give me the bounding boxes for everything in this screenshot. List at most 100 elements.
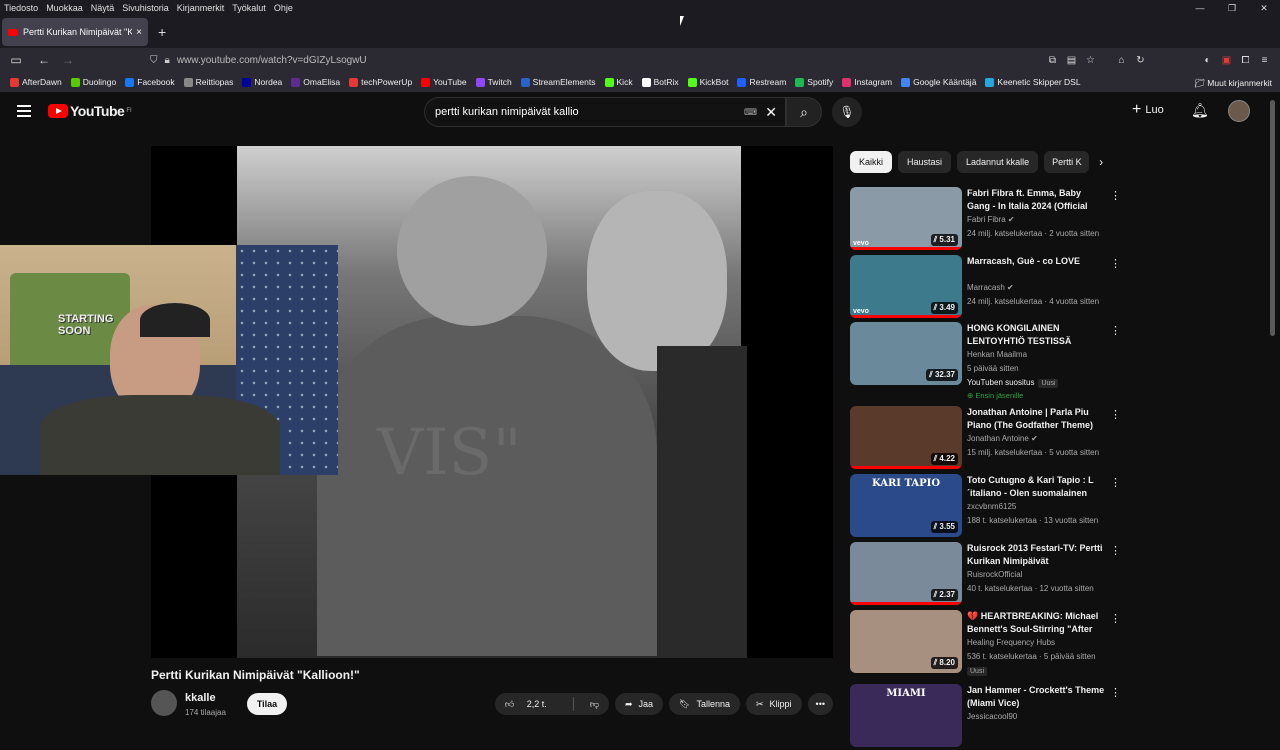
voice-search-button[interactable]: 🎙︎ — [832, 97, 862, 127]
recommendation-item[interactable]: MIAMI Jan Hammer - Crockett's Theme (Miam… — [850, 684, 1121, 750]
menu-edit[interactable]: Muokkaa — [46, 3, 83, 13]
recommendation-channel[interactable]: Marracash ✔︎ — [967, 283, 1014, 292]
more-options-icon[interactable]: ⋮ — [1110, 189, 1121, 202]
bookmark-botrix[interactable]: BotRix — [641, 77, 679, 87]
bookmark-reittiopas[interactable]: Reittiopas — [183, 77, 233, 87]
recommendation-title[interactable]: Jonathan Antoine | Parla Piu Piano (The … — [967, 406, 1105, 432]
page-scrollbar[interactable] — [1270, 100, 1275, 336]
bookmark-keenetic-skipper-dsl[interactable]: Keenetic Skipper DSL — [985, 77, 1081, 87]
youtube-logo[interactable]: YouTube FI — [48, 103, 132, 119]
restore-icon[interactable]: ❐ — [1216, 0, 1248, 16]
search-button[interactable]: ⌕ — [786, 97, 822, 127]
chip-all[interactable]: Kaikki — [850, 151, 893, 173]
bookmark-star-icon[interactable]: ☆ — [1081, 55, 1100, 66]
minimize-icon[interactable]: — — [1184, 0, 1216, 16]
recommendation-item[interactable]: ⫽ 4.22 Jonathan Antoine | Parla Piu Piano… — [850, 406, 1121, 472]
reader-view-icon[interactable]: ▤ — [1062, 55, 1081, 66]
channel-avatar[interactable] — [151, 690, 177, 716]
recommendation-item[interactable]: vevo ⫽ 5.31 Fabri Fibra ft. Emma, Baby Gan… — [850, 187, 1121, 253]
menu-history[interactable]: Sivuhistoria — [122, 3, 169, 13]
other-bookmarks[interactable]: 📁︎ Muut kirjanmerkit — [1194, 78, 1272, 89]
menu-help[interactable]: Ohje — [274, 3, 293, 13]
recommendation-title[interactable]: 💔 HEARTBREAKING: Michael Bennett's Soul-… — [967, 610, 1105, 636]
more-options-icon[interactable]: ⋮ — [1110, 686, 1121, 699]
recommendation-title[interactable]: HONG KONGILAINEN LENTOYHTIÖ TESTISSÄ — [967, 322, 1105, 348]
bookmark-restream[interactable]: Restream — [737, 77, 786, 87]
save-button[interactable]: 🔖︎ Tallenna — [669, 693, 740, 715]
more-options-icon[interactable]: ⋮ — [1110, 324, 1121, 337]
close-tab-icon[interactable]: × — [136, 27, 142, 38]
chip-for-you[interactable]: Haustasi — [898, 151, 952, 173]
clear-search-icon[interactable]: ✕ — [765, 104, 777, 121]
forward-icon[interactable]: → — [56, 53, 80, 67]
subscribe-button[interactable]: Tilaa — [247, 693, 287, 715]
new-tab-button[interactable]: + — [158, 24, 166, 40]
extensions-icon[interactable]: ⧠ — [1236, 55, 1255, 66]
more-options-icon[interactable]: ⋮ — [1110, 612, 1121, 625]
app-menu-icon[interactable]: ≡ — [1255, 55, 1274, 66]
recommendation-item[interactable]: ⫽ 2.37 Ruisrock 2013 Festari-TV: Pertti K… — [850, 542, 1121, 608]
recommendation-item[interactable]: ⫽ 8.20 💔 HEARTBREAKING: Michael Bennett's… — [850, 610, 1121, 676]
recommendation-item[interactable]: ⫽ 32.37 HONG KONGILAINEN LENTOYHTIÖ TESTI… — [850, 322, 1121, 400]
clip-button[interactable]: ✂ Klippi — [745, 693, 802, 715]
chevron-right-icon[interactable]: › — [1099, 155, 1103, 169]
recommendation-channel[interactable]: RuisrockOfficial — [967, 570, 1022, 579]
bookmark-kick[interactable]: Kick — [604, 77, 633, 87]
address-bar[interactable]: ⛉ 🔒︎ www.youtube.com/watch?v=dGIZyLsogwU — [150, 51, 1080, 69]
hamburger-menu-icon[interactable] — [17, 105, 31, 117]
bookmark-youtube[interactable]: YouTube — [421, 77, 467, 87]
video-thumbnail[interactable]: vevo ⫽ 3.49 — [850, 255, 962, 318]
bookmark-duolingo[interactable]: Duolingo — [70, 77, 116, 87]
recommendation-title[interactable]: Toto Cutugno & Kari Tapio : L´italiano -… — [967, 474, 1105, 500]
sidebar-toggle-icon[interactable]: ▭ — [4, 53, 28, 67]
bookmark-instagram[interactable]: Instagram — [842, 77, 892, 87]
video-thumbnail[interactable]: ⫽ 2.37 — [850, 542, 962, 605]
video-thumbnail[interactable]: ⫽ 4.22 — [850, 406, 962, 469]
bookmark-kickbot[interactable]: KickBot — [687, 77, 728, 87]
notifications-bell-icon[interactable]: 🔔︎ — [1191, 102, 1209, 119]
reload-icon[interactable]: ↻ — [1131, 55, 1150, 66]
create-button[interactable]: + Luo — [1132, 101, 1164, 119]
recommendation-title[interactable]: Ruisrock 2013 Festari-TV: Pertti Kurikan… — [967, 542, 1105, 568]
recommendation-title[interactable]: Fabri Fibra ft. Emma, Baby Gang - In Ita… — [967, 187, 1105, 213]
video-thumbnail[interactable]: MIAMI — [850, 684, 962, 747]
bookmark-techpowerup[interactable]: techPowerUp — [349, 77, 412, 87]
chip-related[interactable]: Pertti K — [1044, 151, 1090, 173]
more-actions-button[interactable]: ••• — [807, 693, 833, 715]
recommendation-title[interactable]: Jan Hammer - Crockett's Theme (Miami Vic… — [967, 684, 1105, 710]
recommendation-title[interactable]: Marracash, Guè - co LOVE — [967, 255, 1105, 268]
bookmark-streamelements[interactable]: StreamElements — [520, 77, 596, 87]
close-window-icon[interactable]: ✕ — [1248, 0, 1280, 16]
video-thumbnail[interactable]: ⫽ 32.37 — [850, 322, 962, 385]
recommendation-channel[interactable]: Healing Frequency Hubs — [967, 638, 1055, 647]
more-options-icon[interactable]: ⋮ — [1110, 257, 1121, 270]
video-thumbnail[interactable]: ⫽ 8.20 — [850, 610, 962, 673]
bookmark-omaelisa[interactable]: OmaElisa — [291, 77, 340, 87]
video-thumbnail[interactable]: KARI TAPIO ⫽ 3.55 — [850, 474, 962, 537]
bookmark-google-kääntäjä[interactable]: Google Kääntäjä — [901, 77, 976, 87]
video-thumbnail[interactable]: vevo ⫽ 5.31 — [850, 187, 962, 250]
share-button[interactable]: ➦ Jaa — [614, 693, 664, 715]
menu-view[interactable]: Näytä — [91, 3, 115, 13]
bookmark-facebook[interactable]: Facebook — [125, 77, 175, 87]
dislike-icon[interactable]: 👎︎ — [580, 699, 609, 710]
bookmark-spotify[interactable]: Spotify — [795, 77, 833, 87]
like-button[interactable]: 👍︎ 2,2 t. — [495, 699, 567, 710]
home-icon[interactable]: ⌂ — [1112, 55, 1131, 66]
bookmark-nordea[interactable]: Nordea — [242, 77, 282, 87]
recommendation-channel[interactable]: zxcvbnm6125 — [967, 502, 1016, 511]
menu-file[interactable]: Tiedosto — [4, 3, 38, 13]
bookmark-twitch[interactable]: Twitch — [475, 77, 512, 87]
keyboard-icon[interactable]: ⌨ — [744, 107, 757, 118]
more-options-icon[interactable]: ⋮ — [1110, 408, 1121, 421]
chip-uploaded-by[interactable]: Ladannut kkalle — [957, 151, 1039, 173]
menu-tools[interactable]: Työkalut — [232, 3, 266, 13]
account-icon[interactable]: ◐ — [1198, 55, 1217, 66]
recommendation-channel[interactable]: Henkan Maailma — [967, 350, 1027, 359]
lock-icon[interactable]: 🔒︎ — [165, 55, 170, 66]
more-options-icon[interactable]: ⋮ — [1110, 476, 1121, 489]
channel-name[interactable]: kkalle — [185, 692, 216, 704]
recommendation-item[interactable]: KARI TAPIO ⫽ 3.55 Toto Cutugno & Kari Tapi… — [850, 474, 1121, 540]
recommendation-item[interactable]: vevo ⫽ 3.49 Marracash, Guè - co LOVE Marrac… — [850, 255, 1121, 321]
search-input[interactable]: pertti kurikan nimipäivät kallio ⌨ ✕ — [424, 97, 786, 127]
